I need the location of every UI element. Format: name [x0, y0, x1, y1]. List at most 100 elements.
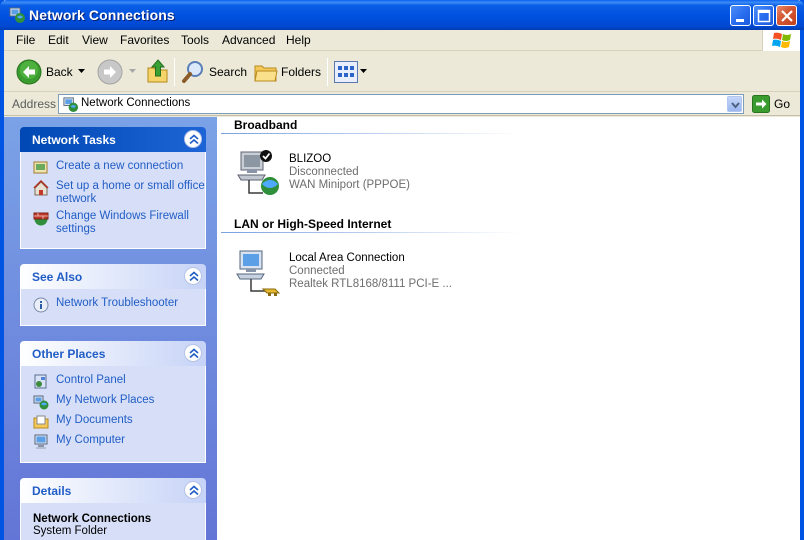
double-chevron-up-icon [189, 348, 199, 359]
collapse-button[interactable] [184, 267, 202, 285]
network-connections-icon [63, 97, 79, 113]
group-divider [221, 232, 521, 233]
minimize-button[interactable] [730, 5, 751, 26]
up-folder-icon[interactable] [146, 58, 170, 84]
group-divider [221, 133, 521, 134]
go-label: Go [774, 97, 791, 111]
see-also-title: See Also [32, 270, 83, 284]
other-places-title: Other Places [32, 347, 106, 361]
details-item-name: Network Connections [33, 513, 152, 525]
network-connections-icon [9, 7, 25, 23]
menu-tools[interactable]: Tools [181, 33, 209, 47]
task-item-label: Control Panel [56, 374, 126, 386]
menu-bar: File Edit View Favorites Tools Advanced … [4, 30, 800, 51]
folders-icon[interactable] [254, 60, 278, 84]
go-arrow-icon [752, 95, 770, 113]
windows-logo [762, 30, 800, 51]
firewall-icon [33, 212, 49, 226]
menu-file[interactable]: File [16, 33, 35, 47]
network-places-icon [33, 395, 49, 410]
collapse-button[interactable] [184, 130, 202, 148]
group-header-broadband: Broadband [234, 118, 298, 132]
menu-edit[interactable]: Edit [48, 33, 69, 47]
setup-home-network-link[interactable]: Set up a home or small office network [33, 180, 205, 206]
network-troubleshooter-link[interactable]: Network Troubleshooter [33, 297, 205, 317]
views-dropdown-icon[interactable] [360, 69, 368, 75]
task-item-label: My Network Places [56, 394, 155, 406]
change-firewall-settings-link[interactable]: Change Windows Firewall settings [33, 210, 205, 236]
title-bar[interactable]: Network Connections [0, 0, 804, 30]
go-button[interactable]: Go [750, 94, 796, 114]
connection-name: BLIZOO [289, 153, 332, 165]
back-dropdown-icon[interactable] [78, 69, 86, 75]
my-computer-link[interactable]: My Computer [33, 434, 205, 454]
my-documents-link[interactable]: My Documents [33, 414, 205, 434]
task-item-label: Network Troubleshooter [56, 297, 179, 309]
lan-connection-icon [236, 250, 281, 296]
other-places-panel: Other Places Control Panel My Network Pl [20, 341, 206, 463]
folders-button-label[interactable]: Folders [281, 65, 321, 79]
task-item-label: Create a new connection [56, 160, 184, 172]
menu-help[interactable]: Help [286, 33, 311, 47]
forward-dropdown-icon[interactable] [129, 69, 137, 75]
network-tasks-title: Network Tasks [32, 133, 116, 147]
back-arrow-icon[interactable] [16, 59, 42, 85]
network-tasks-body: Create a new connection Set up a home or… [20, 152, 206, 249]
task-item-label: Change Windows Firewall settings [56, 210, 189, 235]
search-icon[interactable] [181, 59, 207, 85]
views-icon[interactable] [334, 61, 358, 83]
menu-view[interactable]: View [82, 33, 108, 47]
see-also-header[interactable]: See Also [20, 264, 206, 289]
details-body: Network Connections System Folder [20, 503, 206, 540]
other-places-header[interactable]: Other Places [20, 341, 206, 366]
details-header[interactable]: Details [20, 478, 206, 503]
task-item-label: My Documents [56, 414, 133, 426]
see-also-body: Network Troubleshooter [20, 289, 206, 326]
double-chevron-up-icon [189, 271, 199, 282]
home-network-icon [33, 180, 49, 196]
task-pane: Network Tasks Create a new connection Se [4, 117, 217, 540]
collapse-button[interactable] [184, 481, 202, 499]
task-item-label: My Computer [56, 434, 126, 446]
create-new-connection-link[interactable]: Create a new connection [33, 160, 205, 180]
my-network-places-link[interactable]: My Network Places [33, 394, 205, 414]
address-value: Network Connections [81, 97, 191, 109]
address-field[interactable]: Network Connections [58, 94, 744, 114]
explorer-window: Network Connections File Edit View Favor… [0, 0, 804, 540]
maximize-icon [757, 9, 771, 23]
connection-status: Disconnected [289, 166, 359, 178]
window-title: Network Connections [29, 7, 175, 23]
toolbar-separator [174, 58, 175, 86]
connection-device: WAN Miniport (PPPOE) [289, 179, 410, 191]
address-bar: Address Network Connections Go [4, 93, 800, 116]
broadband-connection-icon [237, 150, 279, 195]
chevron-down-icon [731, 102, 740, 109]
documents-icon [33, 415, 49, 429]
network-tasks-panel: Network Tasks Create a new connection Se [20, 127, 206, 249]
maximize-button[interactable] [753, 5, 774, 26]
help-icon [33, 297, 49, 313]
network-tasks-header[interactable]: Network Tasks [20, 127, 206, 152]
close-button[interactable] [776, 5, 797, 26]
new-connection-icon [33, 161, 48, 174]
connection-device: Realtek RTL8168/8111 PCI-E ... [289, 278, 453, 290]
task-item-label: Set up a home or small office network [56, 180, 205, 205]
menu-favorites[interactable]: Favorites [120, 33, 169, 47]
double-chevron-up-icon [189, 485, 199, 496]
address-dropdown-button[interactable] [727, 96, 742, 112]
search-button-label[interactable]: Search [209, 65, 247, 79]
connection-name: Local Area Connection [289, 252, 405, 264]
close-icon [781, 10, 793, 22]
menu-advanced[interactable]: Advanced [222, 33, 275, 47]
connection-status: Connected [289, 265, 345, 277]
back-button-label[interactable]: Back [46, 65, 73, 79]
forward-arrow-icon[interactable] [97, 59, 123, 85]
see-also-panel: See Also Network Troubleshooter [20, 264, 206, 326]
details-panel: Details Network Connections System Folde… [20, 478, 206, 540]
group-header-lan: LAN or High-Speed Internet [234, 217, 392, 231]
collapse-button[interactable] [184, 344, 202, 362]
double-chevron-up-icon [189, 134, 199, 145]
control-panel-link[interactable]: Control Panel [33, 374, 205, 394]
minimize-icon [736, 19, 744, 22]
toolbar-separator [327, 58, 328, 86]
